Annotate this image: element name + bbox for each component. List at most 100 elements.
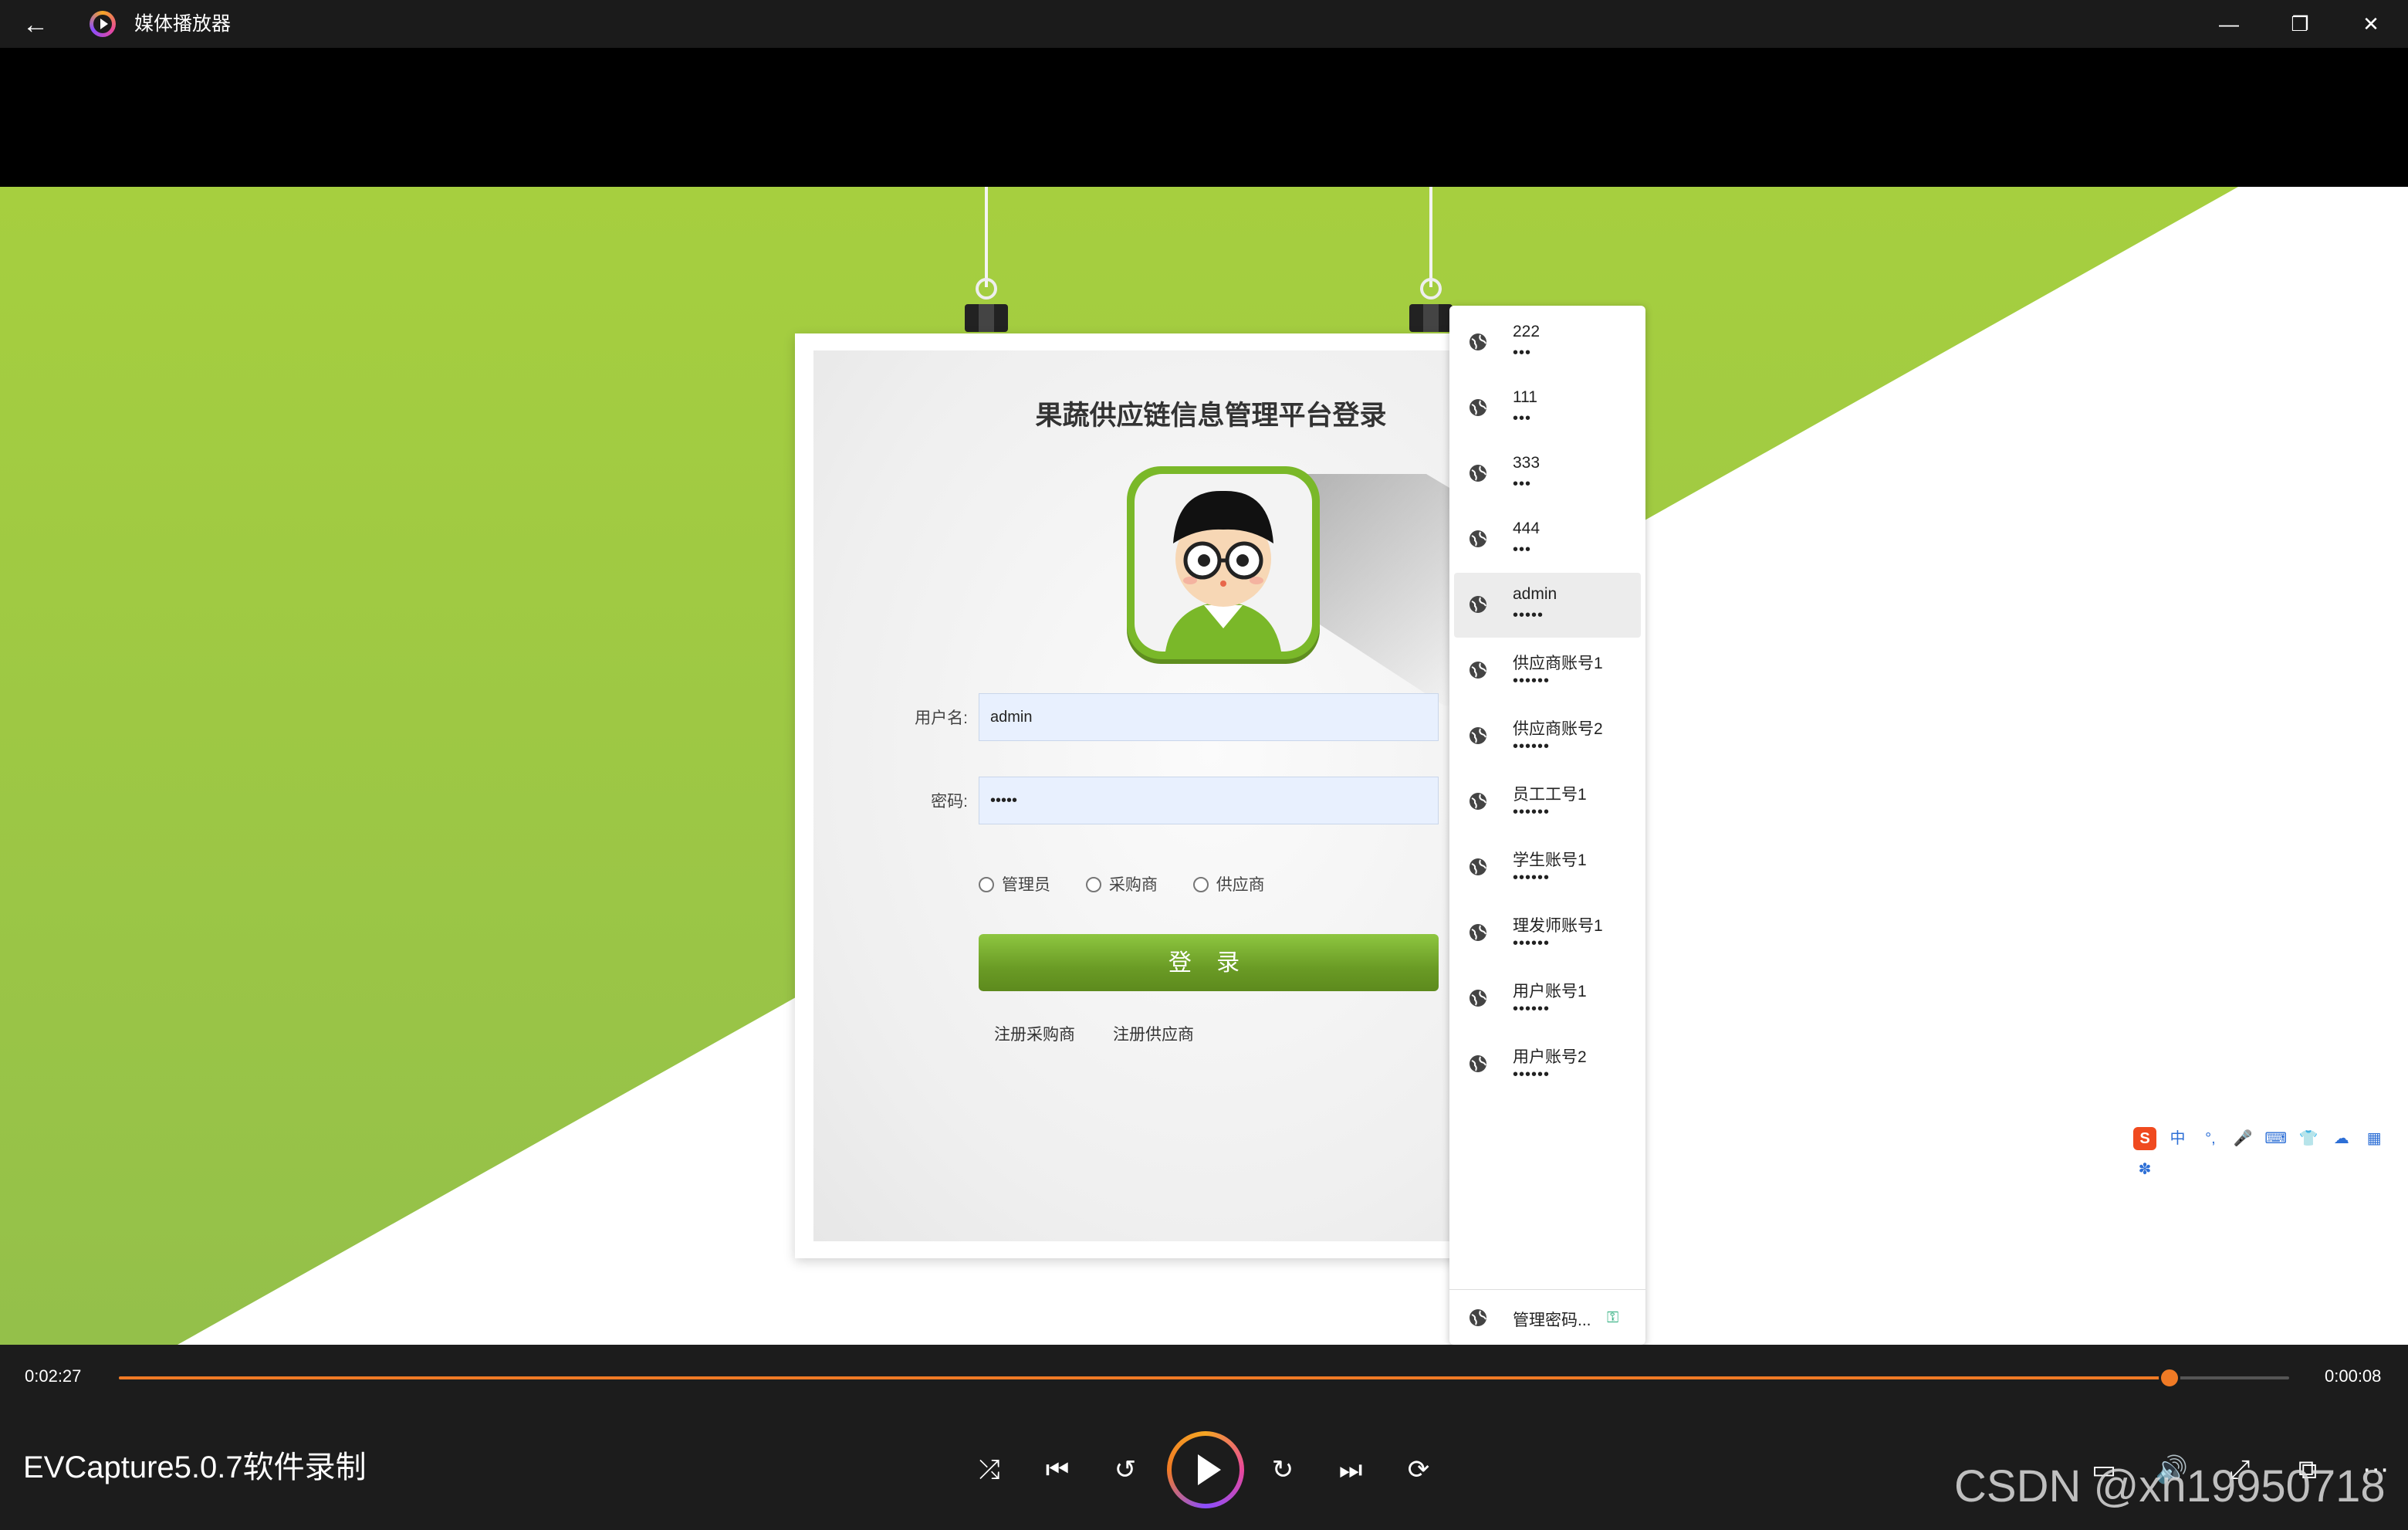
binder-clip-left-icon	[965, 278, 1008, 333]
autofill-username: 学生账号1	[1513, 851, 1587, 869]
key-icon: ⚿	[1607, 1309, 1619, 1326]
media-player-app-icon	[90, 11, 116, 37]
globe-icon	[1468, 332, 1488, 352]
globe-icon	[1468, 398, 1488, 418]
title-bar: ← 媒体播放器 — ❐ ✕	[0, 0, 2408, 48]
autofill-item[interactable]: 供应商账号1 ••••••	[1454, 638, 1641, 703]
autofill-password: •••	[1513, 410, 1532, 427]
autofill-password: ••••••	[1513, 804, 1551, 821]
minimize-button[interactable]: —	[2206, 6, 2252, 42]
ime-skin-icon[interactable]: 👕	[2297, 1127, 2320, 1150]
autofill-item[interactable]: 333 •••	[1454, 442, 1641, 506]
ime-cloud-icon[interactable]: ☁	[2330, 1127, 2353, 1150]
hanging-string-left	[985, 187, 988, 287]
autofill-item[interactable]: 用户账号2 ••••••	[1454, 1032, 1641, 1097]
cartoon-boy-avatar-icon	[1135, 474, 1312, 652]
avatar	[1127, 466, 1320, 659]
shuffle-icon[interactable]: ⤮	[966, 1447, 1013, 1493]
video-frame[interactable]: 果蔬供应链信息管理平台登录 用户名: admin 密码: ••••• 管理员 采…	[0, 187, 2408, 1345]
autofill-item[interactable]: 222 •••	[1454, 310, 1641, 375]
autofill-item[interactable]: 理发师账号1 ••••••	[1454, 901, 1641, 966]
seek-bar-thumb[interactable]	[2159, 1367, 2181, 1389]
autofill-username: 员工工号1	[1513, 786, 1587, 804]
globe-icon	[1468, 857, 1488, 877]
autofill-username: 供应商账号1	[1513, 655, 1603, 672]
radio-admin[interactable]: 管理员	[979, 872, 1050, 895]
manage-passwords-label: 管理密码...	[1513, 1312, 1591, 1329]
rewind-10-icon[interactable]: ↺	[1102, 1447, 1148, 1493]
autofill-username: 333	[1513, 454, 1541, 472]
forward-30-icon[interactable]: ↻	[1260, 1447, 1306, 1493]
autofill-password: ••••••	[1513, 869, 1551, 886]
autofill-item[interactable]: 111 •••	[1454, 376, 1641, 441]
csdn-watermark: CSDN @xn19950718	[1954, 1461, 2386, 1511]
autofill-username: 用户账号1	[1513, 983, 1587, 1000]
autofill-password: ••••••	[1513, 935, 1551, 952]
globe-icon	[1468, 726, 1488, 746]
password-label: 密码:	[931, 793, 968, 811]
globe-icon	[1468, 1054, 1488, 1074]
register-buyer-link[interactable]: 注册采购商	[994, 1022, 1075, 1045]
globe-icon	[1468, 463, 1488, 483]
username-input[interactable]: admin	[979, 693, 1439, 741]
autofill-password: ••••••	[1513, 1066, 1551, 1083]
globe-icon	[1468, 529, 1488, 549]
player-controls: 0:02:27 0:00:08 EVCapture5.0.7软件录制 ⤮ ⏮ ↺…	[0, 1345, 2408, 1530]
ime-chinese-mode[interactable]: 中	[2166, 1127, 2189, 1150]
binder-clip-right-icon	[1409, 278, 1453, 333]
autofill-divider	[1449, 1289, 1645, 1290]
close-button[interactable]: ✕	[2348, 6, 2394, 42]
radio-admin-label: 管理员	[1002, 876, 1050, 894]
manage-passwords-item[interactable]: 管理密码... ⚿	[1454, 1298, 1641, 1337]
radio-supplier[interactable]: 供应商	[1192, 872, 1265, 895]
ime-punctuation-icon[interactable]: °,	[2199, 1127, 2222, 1150]
ime-settings-icon[interactable]: ✽	[2133, 1158, 2156, 1181]
autofill-item[interactable]: 学生账号1 ••••••	[1454, 835, 1641, 900]
autofill-username: 供应商账号2	[1513, 720, 1603, 738]
globe-icon	[1468, 594, 1488, 614]
role-radio-group: 管理员 采购商 供应商	[979, 872, 1296, 895]
restore-button[interactable]: ❐	[2277, 6, 2323, 42]
autofill-username: 111	[1513, 388, 1537, 406]
previous-icon[interactable]: ⏮	[1034, 1447, 1081, 1493]
register-supplier-link[interactable]: 注册供应商	[1113, 1022, 1194, 1045]
username-label: 用户名:	[915, 709, 968, 727]
next-icon[interactable]: ⏭	[1327, 1447, 1374, 1493]
autofill-password: ••••••	[1513, 672, 1551, 689]
autofill-username: 用户账号2	[1513, 1048, 1587, 1066]
autofill-password: •••	[1513, 541, 1532, 558]
current-time: 0:02:27	[25, 1366, 82, 1386]
password-autofill-dropdown: 222 ••• 111 ••• 333 ••• 444 ••• admin ••••• 供应商账号1…	[1449, 306, 1645, 1345]
autofill-item[interactable]: admin •••••	[1454, 573, 1641, 638]
autofill-item[interactable]: 444 •••	[1454, 507, 1641, 572]
play-button[interactable]	[1167, 1431, 1244, 1508]
back-arrow-icon[interactable]: ←	[20, 9, 51, 40]
ime-keyboard-icon[interactable]: ⌨	[2264, 1127, 2288, 1150]
autofill-username: admin	[1513, 585, 1557, 603]
autofill-password: ••••••	[1513, 738, 1551, 755]
autofill-password: •••	[1513, 344, 1532, 361]
play-icon	[1198, 1454, 1221, 1485]
hanging-string-right	[1429, 187, 1432, 287]
autofill-password: •••••	[1513, 607, 1544, 624]
autofill-item[interactable]: 用户账号1 ••••••	[1454, 966, 1641, 1031]
login-button[interactable]: 登 录	[979, 934, 1439, 991]
autofill-username: 444	[1513, 520, 1541, 537]
radio-buyer[interactable]: 采购商	[1085, 872, 1158, 895]
password-input[interactable]: •••••	[979, 777, 1439, 824]
remaining-time: 0:00:08	[2325, 1366, 2382, 1386]
ime-voice-icon[interactable]: 🎤	[2231, 1127, 2254, 1150]
autofill-password: ••••••	[1513, 1000, 1551, 1017]
seek-bar[interactable]	[119, 1367, 2289, 1389]
seek-bar-progress	[119, 1376, 2170, 1379]
ime-toolbar: S 中 °, 🎤 ⌨ 👕 ☁ ▦ ✽	[2130, 1119, 2408, 1178]
autofill-item[interactable]: 供应商账号2 ••••••	[1454, 704, 1641, 769]
radio-buyer-label: 采购商	[1108, 876, 1158, 894]
autofill-username: 理发师账号1	[1513, 917, 1603, 935]
ime-toolbox-icon[interactable]: ▦	[2362, 1127, 2386, 1150]
sogou-ime-logo-icon[interactable]: S	[2133, 1127, 2156, 1150]
autofill-item[interactable]: 员工工号1 ••••••	[1454, 770, 1641, 834]
repeat-icon[interactable]: ⟳	[1395, 1447, 1442, 1493]
radio-supplier-label: 供应商	[1216, 876, 1265, 894]
globe-icon	[1468, 922, 1488, 943]
